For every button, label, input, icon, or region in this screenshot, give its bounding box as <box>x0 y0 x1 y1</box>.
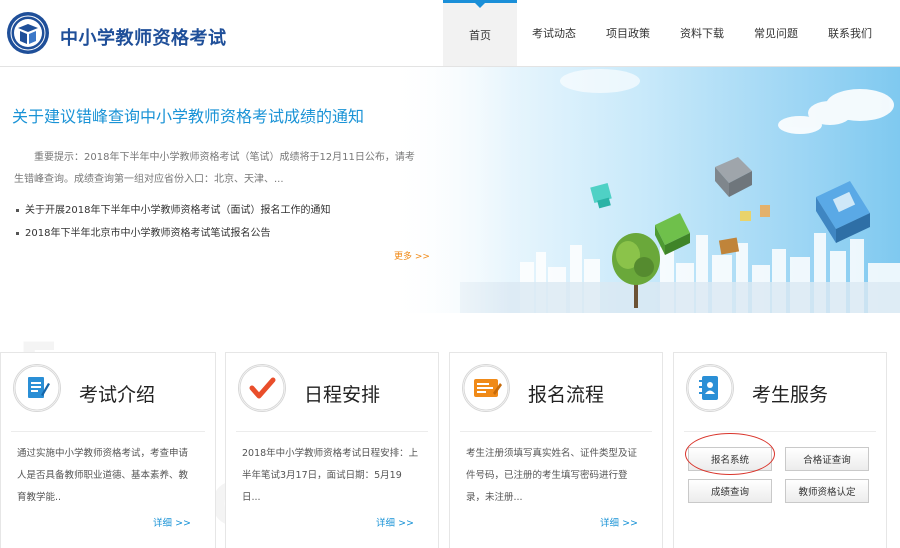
news-link[interactable]: 关于开展2018年下半年中小学教师资格考试（面试）报名工作的通知 <box>16 201 330 216</box>
card-title[interactable]: 考生服务 <box>752 380 828 407</box>
document-pen-icon <box>13 364 61 412</box>
divider <box>684 431 876 432</box>
nav-item-downloads[interactable]: 资料下载 <box>665 0 739 66</box>
nav-label: 首页 <box>469 28 491 42</box>
nav-label: 考试动态 <box>532 27 576 40</box>
active-indicator-icon <box>474 2 486 8</box>
nav-item-contact[interactable]: 联系我们 <box>813 0 887 66</box>
card-description: 考生注册须填写真实姓名、证件类型及证件号码，已注册的考生填写密码进行登录，未注册… <box>466 448 638 503</box>
bullet-icon <box>16 231 19 235</box>
address-book-icon <box>686 364 734 412</box>
card-schedule: 日程安排 2018年中小学教师资格考试日程安排：上半年笔试3月17日，面试日期：… <box>225 352 439 548</box>
nav-item-home[interactable]: 首页 <box>443 0 517 66</box>
site-title[interactable]: 中小学教师资格考试 <box>60 24 227 50</box>
hero-banner: 关于建议错峰查询中小学教师资格考试成绩的通知 重要提示：2018年下半年中小学教… <box>0 67 900 313</box>
logo-icon[interactable] <box>6 11 50 55</box>
nav-label: 资料下载 <box>680 27 724 40</box>
bullet-icon <box>16 208 19 212</box>
card-title[interactable]: 日程安排 <box>304 380 380 407</box>
teacher-certification-button[interactable]: 教师资格认定 <box>785 479 869 503</box>
nav-item-faq[interactable]: 常见问题 <box>739 0 813 66</box>
details-link[interactable]: 详细 >> <box>376 515 414 529</box>
divider <box>236 431 428 432</box>
site-header: 中小学教师资格考试 首页 考试动态 项目政策 资料下载 常见问题 联系我们 <box>0 0 900 67</box>
details-link[interactable]: 详细 >> <box>153 515 191 529</box>
divider <box>460 431 652 432</box>
card-description: 2018年中小学教师资格考试日程安排：上半年笔试3月17日，面试日期：5月19日… <box>242 448 419 503</box>
divider <box>11 431 205 432</box>
news-link[interactable]: 2018年下半年北京市中小学教师资格考试笔试报名公告 <box>16 224 270 239</box>
nav-item-policy[interactable]: 项目政策 <box>591 0 665 66</box>
nav-label: 常见问题 <box>754 27 798 40</box>
details-link[interactable]: 详细 >> <box>600 515 638 529</box>
card-description: 通过实施中小学教师资格考试，考查申请人是否具备教师职业道德、基本素养、教育教学能… <box>17 448 189 503</box>
nav-label: 项目政策 <box>606 27 650 40</box>
notice-headline[interactable]: 关于建议错峰查询中小学教师资格考试成绩的通知 <box>12 103 364 127</box>
card-exam-intro: 考试介绍 通过实施中小学教师资格考试，考查申请人是否具备教师职业道德、基本素养、… <box>0 352 216 548</box>
score-query-button[interactable]: 成绩查询 <box>688 479 772 503</box>
news-link-text: 2018年下半年北京市中小学教师资格考试笔试报名公告 <box>25 228 271 239</box>
nav-label: 联系我们 <box>828 27 872 40</box>
news-link-text: 关于开展2018年下半年中小学教师资格考试（面试）报名工作的通知 <box>25 205 331 216</box>
more-news-link[interactable]: 更多 >> <box>394 249 430 262</box>
nav-item-exam-news[interactable]: 考试动态 <box>517 0 591 66</box>
checkmark-icon <box>238 364 286 412</box>
main-nav: 首页 考试动态 项目政策 资料下载 常见问题 联系我们 <box>443 0 887 66</box>
form-icon <box>462 364 510 412</box>
highlight-circle-annotation <box>685 433 775 475</box>
card-title[interactable]: 报名流程 <box>528 380 604 407</box>
card-registration-process: 报名流程 考生注册须填写真实姓名、证件类型及证件号码，已注册的考生填写密码进行登… <box>449 352 663 548</box>
certificate-query-button[interactable]: 合格证查询 <box>785 447 869 471</box>
notice-summary: 重要提示：2018年下半年中小学教师资格考试（笔试）成绩将于12月11日公布，请… <box>14 152 415 185</box>
card-title[interactable]: 考试介绍 <box>79 380 155 407</box>
